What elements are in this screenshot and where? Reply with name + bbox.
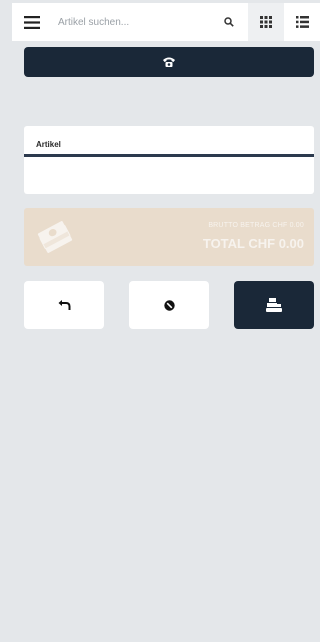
- grid-view-icon: [260, 16, 272, 28]
- search-icon: [224, 17, 234, 27]
- article-label: Artikel: [36, 140, 61, 149]
- top-bar: [12, 3, 320, 41]
- phone-icon: [163, 57, 175, 67]
- pay-button[interactable]: [234, 281, 314, 329]
- total-panel: BRUTTO BETRAG CHF 0.00 TOTAL CHF 0.00: [24, 208, 314, 266]
- grid-view-button[interactable]: [248, 3, 284, 41]
- hamburger-menu-icon: [24, 15, 40, 29]
- menu-button[interactable]: [12, 3, 52, 41]
- cancel-circle-icon: [163, 299, 175, 311]
- list-view-icon: [295, 16, 309, 28]
- pos-app: Artikel BRUTTO BETRAG CHF 0.00 TOTAL CHF…: [0, 0, 320, 642]
- cancel-button[interactable]: [129, 281, 209, 329]
- search-input[interactable]: [58, 10, 214, 34]
- brutto-amount: BRUTTO BETRAG CHF 0.00: [208, 222, 304, 229]
- search-button[interactable]: [214, 3, 244, 41]
- undo-arrow-icon: [58, 299, 70, 310]
- cash-register-icon: [266, 298, 282, 312]
- undo-button[interactable]: [24, 281, 104, 329]
- article-panel: Artikel: [24, 126, 314, 194]
- list-view-button[interactable]: [284, 3, 320, 41]
- total-amount: TOTAL CHF 0.00: [202, 236, 304, 251]
- money-stack-icon: [37, 221, 73, 253]
- article-list[interactable]: [24, 157, 314, 194]
- phone-button[interactable]: [24, 47, 314, 77]
- search-bar: [52, 3, 214, 41]
